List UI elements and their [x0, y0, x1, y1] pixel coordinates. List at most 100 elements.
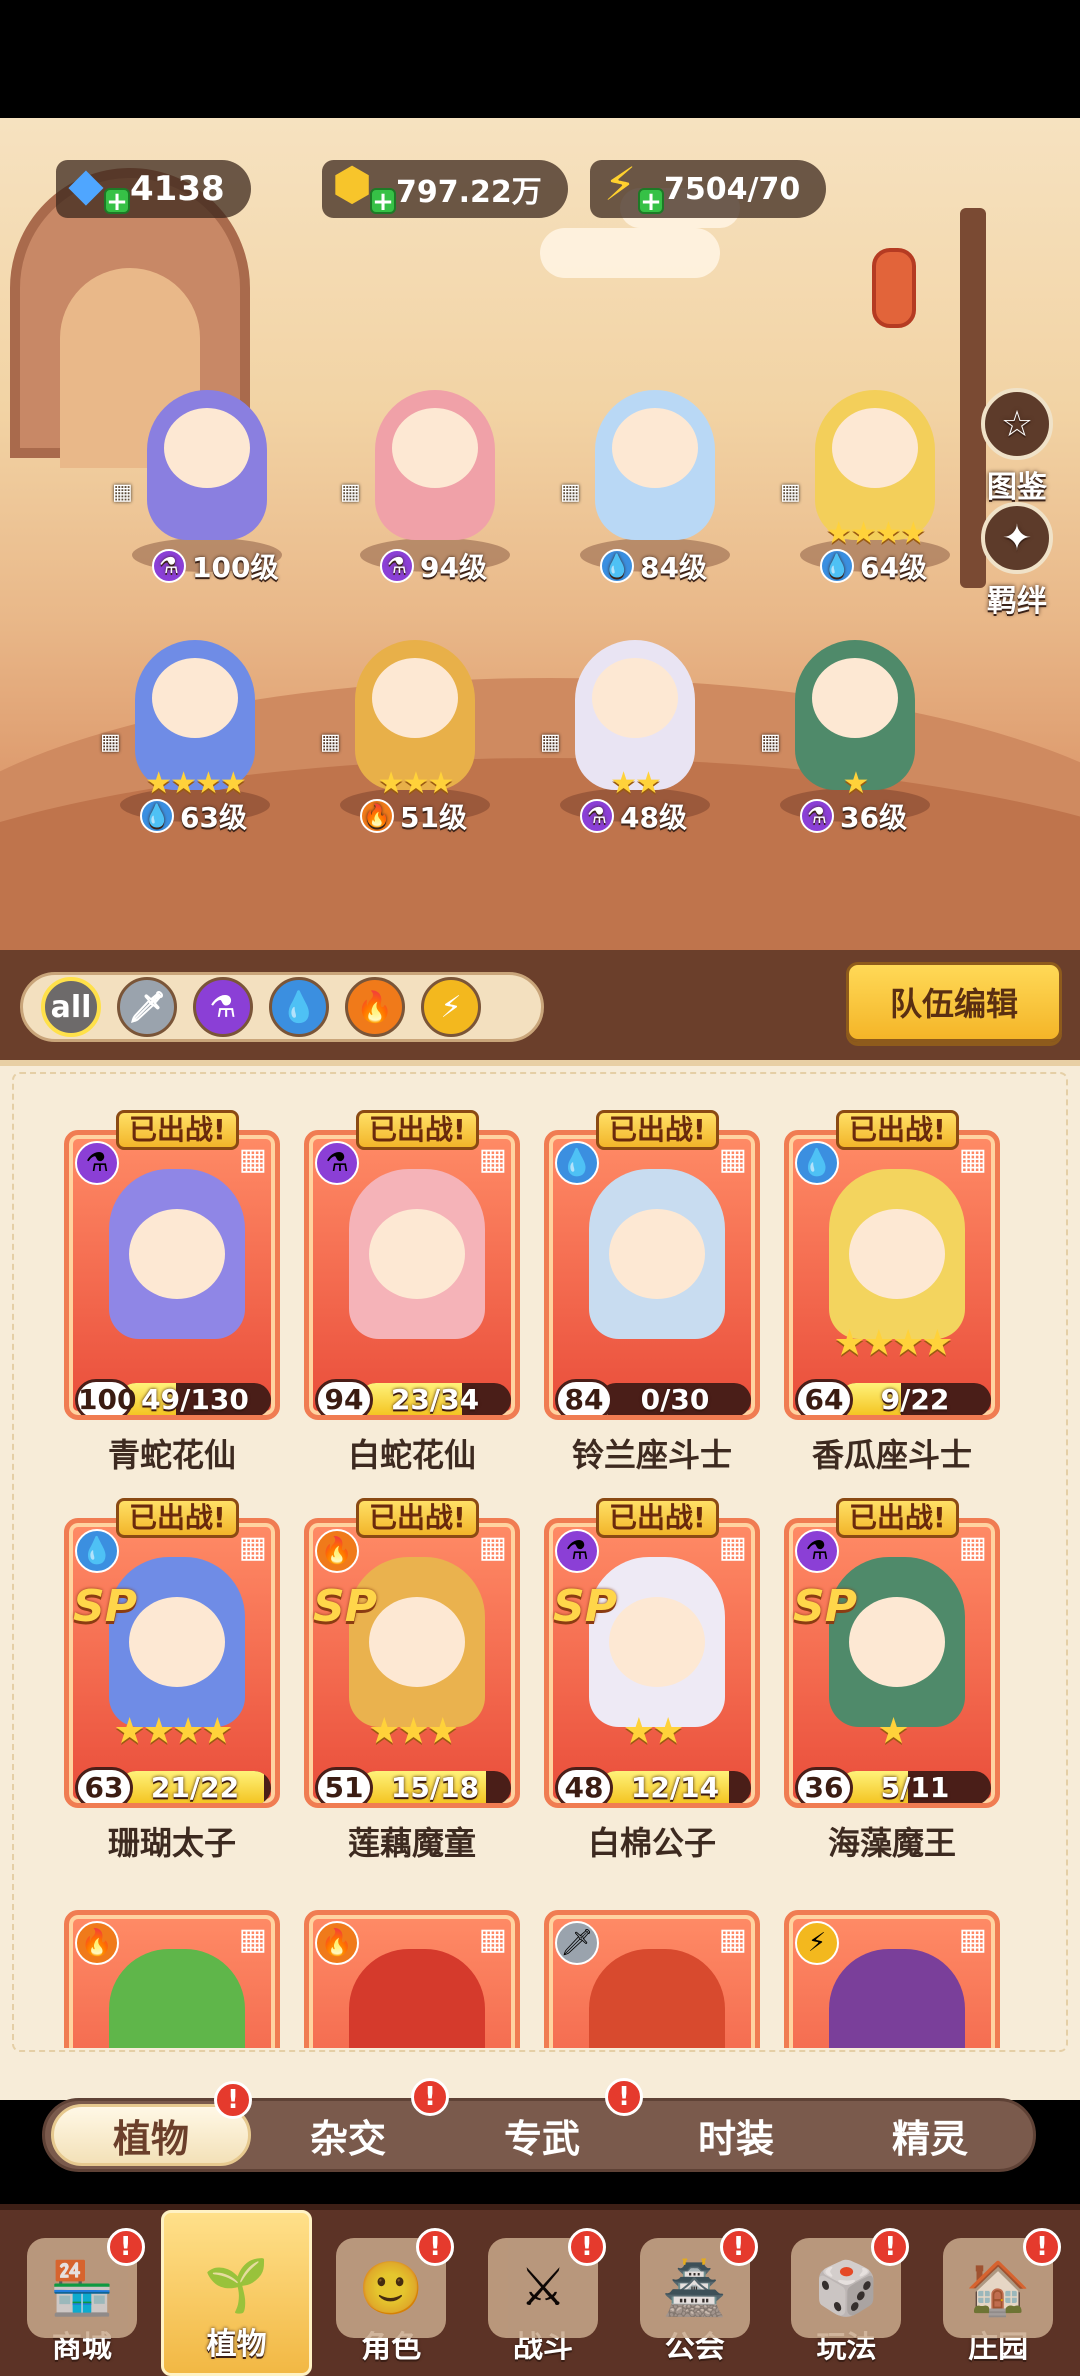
- formation-icon: ▦: [238, 1922, 267, 1957]
- plant-name: 铃兰座斗士: [571, 1436, 732, 1474]
- bottom-nav: 🏪 商城! 🌱 植物 🙂 角色! ⚔ 战斗! 🏯 公会! 🎲 玩法! 🏠 庄园!: [0, 2204, 1080, 2376]
- filter-fire-button[interactable]: 🔥: [345, 977, 405, 1037]
- water-icon: 💧: [280, 989, 318, 1025]
- tab-1[interactable]: 杂交!: [251, 2078, 449, 2166]
- nav-battle[interactable]: ⚔ 战斗!: [470, 2210, 616, 2376]
- energy-counter[interactable]: ⚡ + 7504/70: [590, 157, 827, 218]
- hero-level-badge: 💧 64级: [820, 546, 927, 586]
- formation-icon: ▦: [478, 1142, 507, 1177]
- lineup-hero[interactable]: ▦ 💧 84级: [560, 370, 750, 590]
- plant-art: [349, 1949, 485, 2048]
- plant-level: 51: [315, 1767, 373, 1803]
- bonds-button[interactable]: ✦ 羁绊: [974, 500, 1060, 620]
- tab-label: 精灵: [891, 2116, 968, 2161]
- fire-icon: 🔥: [75, 1921, 119, 1965]
- plant-face: [609, 1597, 705, 1687]
- nav-manor[interactable]: 🏠 庄园!: [925, 2210, 1071, 2376]
- plant-card[interactable]: 💧 ▦ SP ★★★★ 21/22 63: [64, 1518, 280, 1808]
- coins-counter[interactable]: ⬢ + 797.22万: [322, 157, 568, 218]
- filter-lightning-button[interactable]: ⚡: [421, 977, 481, 1037]
- poison-icon: ⚗: [75, 1141, 119, 1185]
- hero-level-badge: 💧 84级: [600, 546, 707, 586]
- alert-badge: !: [1023, 2228, 1062, 2266]
- filter-sword-button[interactable]: 🗡: [117, 977, 177, 1037]
- water-icon: 💧: [820, 549, 854, 583]
- lineup-hero[interactable]: ▦ ⚗ 100级: [112, 370, 302, 590]
- plant-level: 84: [555, 1379, 613, 1415]
- plant-card[interactable]: ⚗ ▦ SP ★ 5/11 36: [784, 1518, 1000, 1808]
- plant-art: [589, 1949, 725, 2048]
- plant-level: 64: [795, 1379, 853, 1415]
- plant-card[interactable]: ⚗ ▦ SP ★★ 12/14 48: [544, 1518, 760, 1808]
- formation-icon: ▦: [718, 1142, 747, 1177]
- team-edit-button[interactable]: 队伍编辑: [846, 962, 1062, 1042]
- lineup-hero[interactable]: ▦ ★ ⚗ 36级: [760, 620, 950, 840]
- hero-level-badge: ⚗ 48级: [580, 796, 687, 836]
- fire-icon: 🔥: [315, 1921, 359, 1965]
- lineup-hero[interactable]: ▦ ★★★ 🔥 51级: [320, 620, 510, 840]
- nav-shop[interactable]: 🏪 商城!: [9, 2210, 155, 2376]
- gems-counter[interactable]: ◆ + 4138: [56, 157, 251, 218]
- plant-stars: ★★★: [368, 1711, 459, 1752]
- plant-face: [129, 1597, 225, 1687]
- tab-2[interactable]: 专武!: [445, 2078, 643, 2166]
- sword-icon: 🗡: [555, 1921, 599, 1965]
- sp-badge: SP: [793, 1581, 857, 1632]
- plant-card[interactable]: ⚗ ▦ 49/130 100: [64, 1130, 280, 1420]
- shard-progress-text: 0/30: [640, 1383, 710, 1416]
- gems-value: 4138: [130, 169, 225, 209]
- plant-card[interactable]: ⚡ ▦: [784, 1910, 1000, 2048]
- hero-face: [592, 658, 678, 738]
- deployed-tag: 已出战!: [116, 1498, 239, 1538]
- tab-0[interactable]: 植物!: [51, 2081, 252, 2166]
- plant-card[interactable]: 💧 ▦ ★★★★ 9/22 64: [784, 1130, 1000, 1420]
- plant-card[interactable]: 💧 ▦ 0/30 84: [544, 1130, 760, 1420]
- plant-card[interactable]: 🔥 ▦: [304, 1910, 520, 2048]
- codex-button[interactable]: ☆ 图鉴: [974, 386, 1060, 506]
- plant-card[interactable]: 🗡 ▦: [544, 1910, 760, 2048]
- shard-progress-bar: 0/30: [599, 1383, 751, 1416]
- poison-icon: ⚗: [152, 549, 186, 583]
- add-coins-button[interactable]: +: [370, 188, 396, 215]
- lineup-hero[interactable]: ▦ ★★★★ 💧 64级: [780, 370, 970, 590]
- add-energy-button[interactable]: +: [638, 188, 664, 215]
- formation-icon: ▦: [340, 480, 361, 505]
- nav-character[interactable]: 🙂 角色!: [318, 2210, 464, 2376]
- lineup-hero[interactable]: ▦ ★★★★ 💧 63级: [100, 620, 290, 840]
- plant-face: [129, 1209, 225, 1299]
- filter-all-label: all: [50, 989, 92, 1025]
- formation-icon: ▦: [320, 730, 341, 755]
- element-filter-bar: all 🗡 ⚗ 💧 🔥 ⚡: [20, 972, 544, 1042]
- water-icon: 💧: [75, 1529, 119, 1573]
- hero-level: 63级: [180, 801, 247, 834]
- filter-water-button[interactable]: 💧: [269, 977, 329, 1037]
- deployed-tag: 已出战!: [116, 1110, 239, 1150]
- lightning-icon: ⚡: [795, 1921, 839, 1965]
- fire-icon: 🔥: [356, 989, 394, 1025]
- plant-face: [369, 1597, 465, 1687]
- nav-guild[interactable]: 🏯 公会!: [622, 2210, 768, 2376]
- plant-card[interactable]: 🔥 ▦ SP ★★★ 15/18 51: [304, 1518, 520, 1808]
- nav-plant[interactable]: 🌱 植物: [160, 2210, 313, 2376]
- energy-value: 7504/70: [664, 171, 801, 207]
- plant-name: 白棉公子: [587, 1824, 716, 1862]
- filter-poison-button[interactable]: ⚗: [193, 977, 253, 1037]
- plant-card[interactable]: 🔥 ▦: [64, 1910, 280, 2048]
- lightning-icon: ⚡: [440, 989, 462, 1025]
- lineup-hero[interactable]: ▦ ★★ ⚗ 48级: [540, 620, 730, 840]
- tab-4[interactable]: 精灵: [833, 2104, 1027, 2166]
- nav-gameplay[interactable]: 🎲 玩法!: [774, 2210, 920, 2376]
- formation-icon: ▦: [560, 480, 581, 505]
- add-gems-button[interactable]: +: [104, 188, 130, 215]
- deployed-tag: 已出战!: [356, 1110, 479, 1150]
- lineup-hero[interactable]: ▦ ⚗ 94级: [340, 370, 530, 590]
- poison-icon: ⚗: [315, 1141, 359, 1185]
- shard-progress-bar: 9/22: [839, 1383, 991, 1415]
- plant-stars: ★★: [622, 1711, 685, 1752]
- deployed-tag: 已出战!: [596, 1110, 719, 1150]
- tab-3[interactable]: 时装: [639, 2104, 833, 2166]
- filter-all-button[interactable]: all: [41, 977, 101, 1037]
- plant-card[interactable]: ⚗ ▦ 23/34 94: [304, 1130, 520, 1420]
- plant-stars: ★: [877, 1711, 909, 1752]
- sword-icon: 🗡: [127, 989, 167, 1025]
